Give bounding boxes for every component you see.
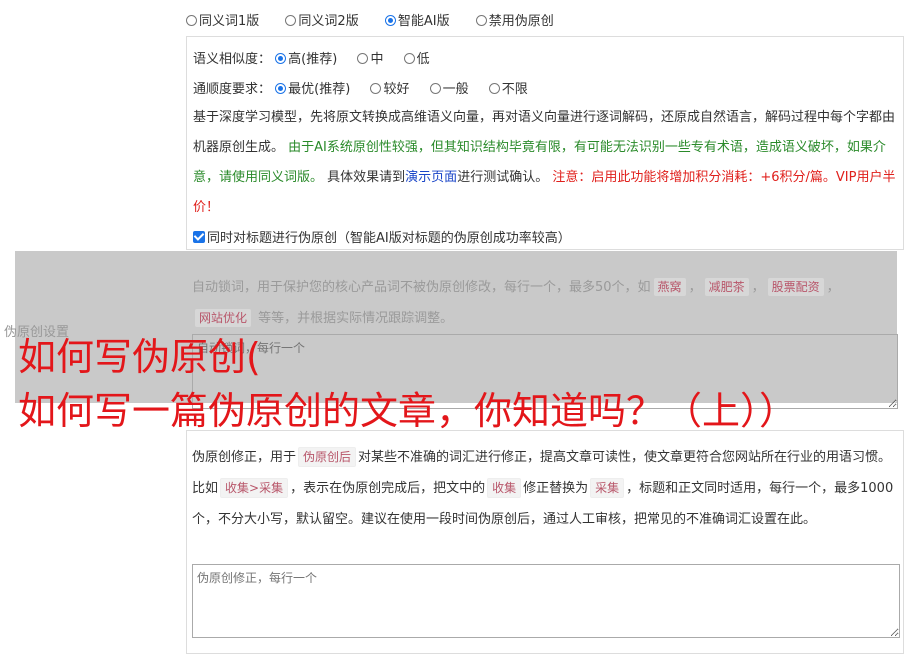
overlay-headline: 如何写伪原创( 如何写一篇伪原创的文章，你知道吗？（上）） [18, 330, 911, 438]
ai-description: 基于深度学习模型，先将原文转换成高维语义向量，再对语义向量进行逐词解码，还原成自… [193, 103, 897, 223]
radio-selected-icon[interactable] [275, 53, 287, 64]
similarity-option-label: 低 [416, 52, 430, 67]
correction-tag: 采集 [590, 478, 625, 498]
mode-option-label: 同义词1版 [199, 14, 260, 29]
fluency-label: 通顺度要求： [193, 82, 272, 97]
fluency-option-any[interactable]: 不限 [488, 78, 528, 97]
lock-example-tag: 燕窝 [653, 278, 686, 296]
radio-icon[interactable] [475, 15, 487, 26]
lock-example-tag: 股票配资 [767, 278, 824, 296]
radio-icon[interactable] [285, 15, 297, 26]
similarity-row: 语义相似度： 高(推荐) 中 低 [193, 48, 446, 67]
radio-icon[interactable] [357, 53, 369, 64]
mode-option-disable[interactable]: 禁用伪原创 [475, 10, 554, 29]
corr-desc-text: 伪原创修正，用于 [192, 450, 297, 465]
radio-icon[interactable] [370, 83, 382, 94]
correction-tag: 伪原创后 [298, 447, 357, 467]
radio-selected-icon[interactable] [384, 15, 396, 26]
similarity-option-low[interactable]: 低 [403, 48, 430, 67]
ai-settings-panel: 语义相似度： 高(推荐) 中 低 通顺度要求： 最优(推荐) 较好 一般 不限 … [186, 36, 904, 250]
similarity-option-label: 高(推荐) [288, 52, 338, 67]
title-rewrite-option[interactable]: 同时对标题进行伪原创（智能AI版对标题的伪原创成功率较高） [193, 227, 571, 246]
similarity-option-label: 中 [370, 52, 384, 67]
radio-icon[interactable] [403, 53, 415, 64]
fluency-row: 通顺度要求： 最优(推荐) 较好 一般 不限 [193, 78, 544, 97]
title-rewrite-label: 同时对标题进行伪原创（智能AI版对标题的伪原创成功率较高） [207, 231, 571, 246]
mode-option-label: 同义词2版 [298, 14, 359, 29]
demo-page-link[interactable]: 演示页面 [405, 170, 457, 185]
lock-desc-text: 自动锁词，用于保护您的核心产品词不被伪原创修改，每行一个，最多50个，如 [192, 280, 651, 295]
correction-input[interactable] [192, 564, 900, 638]
similarity-option-mid[interactable]: 中 [357, 48, 383, 67]
mode-option-label: 智能AI版 [397, 14, 450, 29]
headline-line-2: 如何写一篇伪原创的文章，你知道吗？（上）） [18, 389, 798, 433]
lock-example-tag: 减肥茶 [704, 278, 749, 296]
correction-tag: 收集>采集 [220, 478, 289, 498]
mode-option-label: 禁用伪原创 [488, 14, 554, 29]
correction-description: 伪原创修正，用于 伪原创后 对某些不准确的词汇进行修正，提高文章可读性，使文章更符合… [192, 442, 902, 535]
radio-icon[interactable] [429, 83, 441, 94]
correction-tag: 收集 [487, 478, 522, 498]
fluency-option-label: 较好 [383, 82, 410, 97]
corr-desc-text: ，表示在伪原创完成后，把文中的 [290, 481, 486, 496]
radio-icon[interactable] [488, 83, 500, 94]
fluency-option-normal[interactable]: 一般 [429, 78, 469, 97]
mode-radio-group: 同义词1版 同义词2版 智能AI版 禁用伪原创 [186, 10, 576, 29]
similarity-label: 语义相似度： [193, 52, 272, 67]
fluency-option-label: 一般 [442, 82, 469, 97]
headline-line-1: 如何写伪原创( [18, 335, 261, 379]
corr-desc-text: 修正替换为 [523, 481, 589, 496]
fluency-option-best[interactable]: 最优(推荐) [275, 78, 350, 97]
radio-selected-icon[interactable] [275, 83, 287, 94]
lock-example-tag: 网站优化 [195, 309, 252, 327]
mode-option-synonym2[interactable]: 同义词2版 [285, 10, 359, 29]
fluency-option-good[interactable]: 较好 [370, 78, 409, 97]
radio-icon[interactable] [186, 15, 197, 26]
fluency-option-label: 不限 [501, 82, 528, 97]
lock-words-description: 自动锁词，用于保护您的核心产品词不被伪原创修改，每行一个，最多50个，如 燕窝，减… [192, 278, 840, 327]
ai-desc-text: 具体效果请到 [327, 170, 406, 185]
lock-desc-text: 等等，并根据实际情况跟踪调整。 [258, 311, 454, 326]
fluency-option-label: 最优(推荐) [288, 82, 351, 97]
similarity-option-high[interactable]: 高(推荐) [275, 48, 337, 67]
mode-option-ai[interactable]: 智能AI版 [384, 10, 450, 29]
ai-desc-text: 进行测试确认。 [457, 170, 549, 185]
checkbox-checked-icon[interactable] [193, 231, 205, 243]
mode-option-synonym1[interactable]: 同义词1版 [186, 10, 259, 29]
